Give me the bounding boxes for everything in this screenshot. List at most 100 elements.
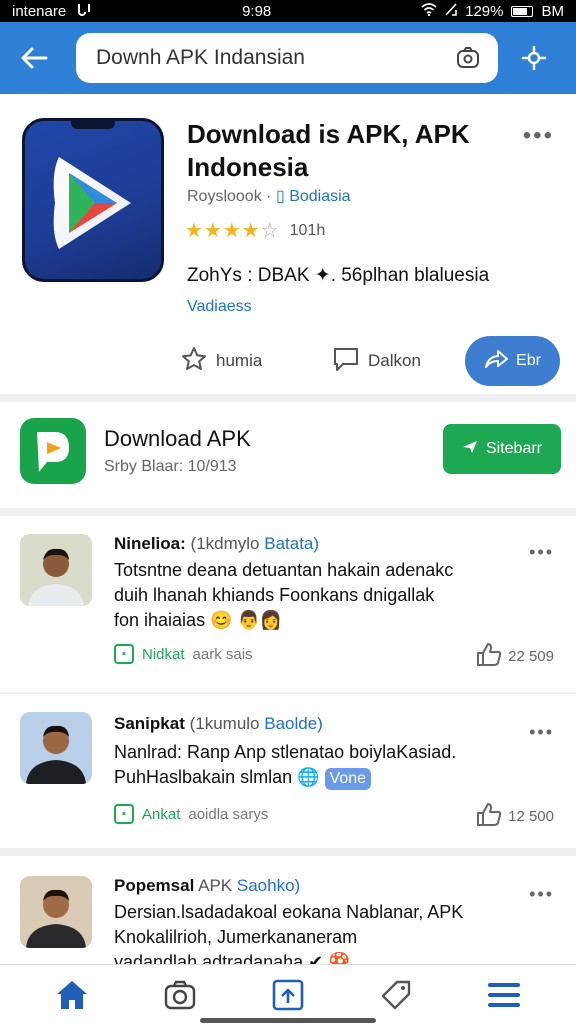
post-handle: (1kumulo <box>189 714 260 733</box>
favorite-button[interactable]: humia <box>180 336 262 386</box>
post-card: Ninelioa: (1kdmylo Batata) ••• Totsntne … <box>0 516 576 692</box>
home-icon[interactable] <box>48 971 96 1019</box>
app-meta-link[interactable]: Vadiaess <box>187 298 252 316</box>
region-icon: ▯ <box>275 188 285 205</box>
post-body-line: Dersian.lsadadakoal eokana Nablanar, APK <box>114 902 464 922</box>
signal-icon <box>445 2 457 20</box>
download-app-icon[interactable] <box>20 418 86 484</box>
app-logo-icon[interactable] <box>22 118 164 282</box>
battery-icon <box>511 5 534 17</box>
source-icon: ▪ <box>114 644 134 664</box>
status-right-label: BM <box>541 2 564 20</box>
post-card: Popemsal APK Saohko) ••• Dersian.lsadada… <box>0 856 576 966</box>
rating-row: ★★★★☆ 101h <box>185 218 325 243</box>
avatar[interactable] <box>20 876 92 948</box>
post-author[interactable]: Popemsal <box>114 876 194 895</box>
post-body: Totsntne deana detuantan hakain adenakc … <box>114 558 494 633</box>
thumbs-up-icon <box>476 642 502 670</box>
like-count: 12 500 <box>508 807 554 825</box>
download-button[interactable]: Sitebarr <box>443 424 561 474</box>
post-handle-link[interactable]: Batata) <box>264 534 319 553</box>
post-body-line: Totsntne deana detuantan hakain adenakc <box>114 560 454 580</box>
app-title: Download is APK, APK Indonesia <box>187 119 470 182</box>
download-card: Download APK Srby Blaar: 10/913 Sitebarr <box>0 402 576 508</box>
comment-button[interactable]: Dalkon <box>332 336 421 386</box>
post-tag[interactable]: Vone <box>324 768 372 790</box>
star-outline-icon <box>180 345 208 378</box>
post-header: Popemsal APK Saohko) <box>114 876 300 896</box>
search-input[interactable]: Downh APK Indansian <box>76 33 498 83</box>
avatar[interactable] <box>20 534 92 606</box>
post-author[interactable]: Sanipkat <box>114 714 185 733</box>
camera-icon[interactable] <box>156 971 204 1019</box>
more-options-icon[interactable]: ••• <box>523 122 554 150</box>
battery-percent: 129% <box>465 2 504 20</box>
post-body-line: Nanlrad: Ranp Anp stlenatao boiylaKasiad… <box>114 742 457 762</box>
developer-row: Roysloook · ▯ Bodiasia <box>187 186 351 206</box>
post-card: Sanipkat (1kumulo Baolde) ••• Nanlrad: R… <box>0 694 576 848</box>
post-body-text: PuhHaslbakain slmlan <box>114 767 293 787</box>
upload-icon[interactable] <box>264 971 312 1019</box>
menu-icon[interactable] <box>480 971 528 1019</box>
app-meta-line: ZohYs : DBAK ✦. 56plhan blaluesia <box>187 265 490 286</box>
like-button[interactable]: 22 509 <box>476 642 554 670</box>
top-app-bar: Downh APK Indansian <box>0 22 576 94</box>
post-source-meta: aoidla sarys <box>188 805 269 823</box>
post-handle: APK <box>198 876 233 895</box>
verified-icon: · <box>266 188 272 205</box>
favorite-label: humia <box>216 351 263 370</box>
comment-label: Dalkon <box>368 351 421 370</box>
post-footer: ▪ Ankat aoidla sarys <box>114 804 268 824</box>
post-body: Nanlrad: Ranp Anp stlenatao boiylaKasiad… <box>114 740 494 790</box>
share-button[interactable]: Ebr <box>465 336 560 386</box>
avatar[interactable] <box>20 712 92 784</box>
post-source[interactable]: Ankat <box>142 806 180 823</box>
post-source-meta: aark sais <box>192 645 253 663</box>
post-more-icon[interactable]: ••• <box>529 884 554 905</box>
tag-icon[interactable] <box>372 971 420 1019</box>
post-source[interactable]: Nidkat <box>142 646 185 663</box>
wifi-icon <box>421 2 437 20</box>
share-icon <box>484 349 509 374</box>
post-more-icon[interactable]: ••• <box>529 542 554 563</box>
post-body: Dersian.lsadadakoal eokana Nablanar, APK… <box>114 900 494 966</box>
like-count: 22 509 <box>508 647 554 665</box>
bottom-navigation <box>0 964 576 1024</box>
developer-name[interactable]: Roysloook <box>187 188 262 205</box>
post-body-line: Knokalilrioh, Jumerkananeram <box>114 927 358 947</box>
post-header: Ninelioa: (1kdmylo Batata) <box>114 534 319 554</box>
status-bar: intenare 9:98 129% BM <box>0 0 576 22</box>
post-body-line: PuhHaslbakain slmlan 🌐 Vone <box>114 765 494 790</box>
rating-count: 101h <box>289 221 326 239</box>
region-label: Bodiasia <box>289 188 351 205</box>
post-handle-link[interactable]: Saohko) <box>237 876 300 895</box>
send-icon <box>462 440 478 459</box>
post-handle-link[interactable]: Baolde) <box>264 714 323 733</box>
camera-lens-icon[interactable] <box>454 44 482 72</box>
sync-icon <box>76 2 92 20</box>
post-more-icon[interactable]: ••• <box>529 722 554 743</box>
post-header: Sanipkat (1kumulo Baolde) <box>114 714 323 734</box>
home-indicator <box>200 1018 376 1023</box>
post-footer: ▪ Nidkat aark sais <box>114 644 253 664</box>
like-button[interactable]: 12 500 <box>476 802 554 830</box>
download-card-title: Download APK <box>104 426 251 451</box>
assistant-icon[interactable] <box>516 40 552 76</box>
post-author[interactable]: Ninelioa: <box>114 534 186 553</box>
download-card-subtitle: Srby Blaar: 10/913 <box>104 458 237 475</box>
source-icon: ▪ <box>114 804 134 824</box>
post-body-line: fon ihaiaias 😊 👨‍👩 <box>114 610 283 630</box>
app-detail-card: Download is APK, APK Indonesia ••• Roysl… <box>0 94 576 394</box>
comment-icon <box>332 345 360 378</box>
app-actions: humia Dalkon Ebr <box>0 336 576 386</box>
post-handle: (1kdmylo <box>190 534 260 553</box>
status-time: 9:98 <box>242 2 272 20</box>
search-query: Downh APK Indansian <box>96 46 305 69</box>
share-label: Ebr <box>516 352 541 369</box>
download-button-label: Sitebarr <box>485 440 543 457</box>
back-arrow-icon[interactable] <box>16 40 52 76</box>
post-body-line: duih lhanah khiands Foonkans dnigallak <box>114 585 435 605</box>
region-link[interactable]: ▯ Bodiasia <box>276 188 351 205</box>
globe-emoji-icon: 🌐 <box>297 767 320 787</box>
star-rating: ★★★★☆ <box>185 220 280 242</box>
